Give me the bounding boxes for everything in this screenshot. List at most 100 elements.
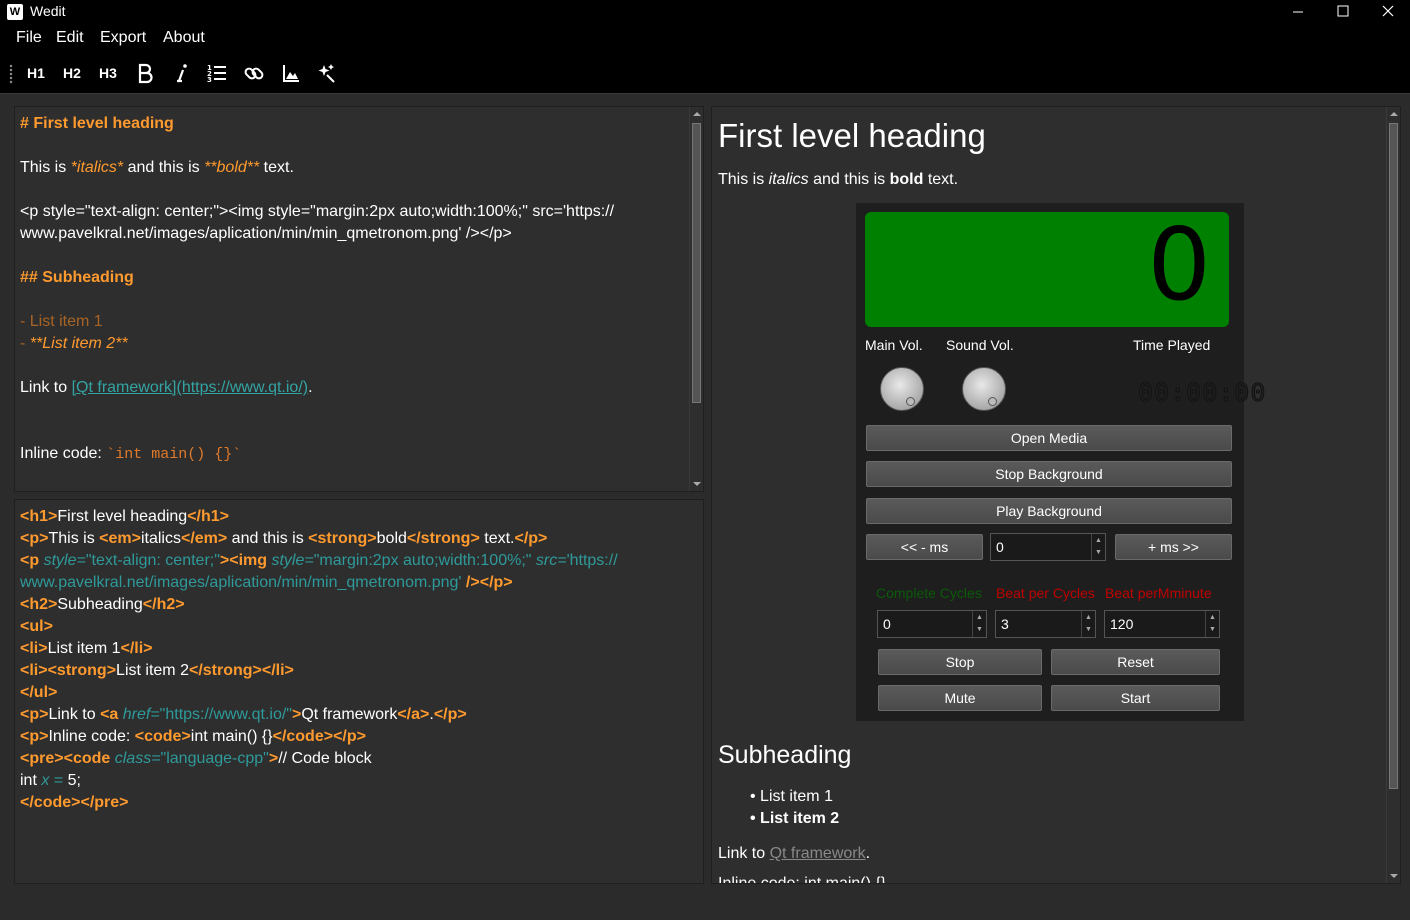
src-attr-value: "https://www.qt.io/" xyxy=(159,706,292,723)
preview-list-text: List item 2 xyxy=(760,810,840,827)
src-text: // Code block xyxy=(278,750,372,767)
src-tag: </code></pre> xyxy=(20,794,129,811)
src-text: int xyxy=(20,772,42,789)
spin-up-icon: ▲ xyxy=(1095,537,1102,544)
window-title: Wedit xyxy=(30,3,66,19)
title-bar: W Wedit xyxy=(0,0,1410,24)
beat-display-value: 0 xyxy=(1147,206,1211,323)
src-text: and this is xyxy=(227,530,309,547)
src-text: int main() {} xyxy=(190,728,273,745)
preview-text: Link to xyxy=(718,845,770,862)
src-tag: <em> xyxy=(99,530,141,547)
preview-list-item-2: • List item 2 xyxy=(750,810,840,827)
ms-value: 0 xyxy=(996,539,1004,555)
src-text: List item 1 xyxy=(47,640,121,657)
numbered-list-icon[interactable]: 123 xyxy=(203,60,231,86)
maximize-button[interactable] xyxy=(1320,0,1366,24)
scroll-thumb[interactable] xyxy=(1389,123,1398,789)
beat-per-cycles-value: 3 xyxy=(1001,616,1009,632)
scroll-down-icon[interactable] xyxy=(1387,869,1401,883)
src-tag: </h1> xyxy=(187,508,230,525)
markdown-editor[interactable]: # First level heading This is *italics* … xyxy=(14,106,704,492)
src-line: <p>Link to <a href="https://www.qt.io/">… xyxy=(20,706,467,724)
md-scrollbar[interactable] xyxy=(689,107,703,491)
md-link[interactable]: [Qt framework](https://www.qt.io/) xyxy=(72,379,309,396)
h3-button[interactable]: H3 xyxy=(94,60,122,86)
mute-button: Mute xyxy=(878,685,1042,711)
spin-up-icon: ▲ xyxy=(976,614,983,621)
src-line: int x = 5; xyxy=(20,772,81,790)
minimize-button[interactable] xyxy=(1275,0,1321,24)
close-button[interactable] xyxy=(1364,0,1410,24)
preview-text: This is xyxy=(718,171,769,188)
toolbar-grip[interactable] xyxy=(9,64,13,84)
src-tag: /></p> xyxy=(461,574,513,591)
main-volume-label: Main Vol. xyxy=(865,337,923,353)
spin-down-icon: ▼ xyxy=(976,626,983,633)
link-icon[interactable] xyxy=(240,60,268,86)
src-attr: class= xyxy=(114,750,161,767)
src-tag: </em> xyxy=(180,530,228,547)
bold-icon[interactable] xyxy=(131,60,159,86)
src-attr-value: "text-align: center;" xyxy=(85,552,220,569)
src-line: <h2>Subheading</h2> xyxy=(20,596,185,614)
scroll-thumb[interactable] xyxy=(692,123,701,403)
md-italic: *italics* xyxy=(70,159,124,176)
menu-edit[interactable]: Edit xyxy=(56,29,84,47)
image-icon[interactable] xyxy=(277,60,305,86)
md-paragraph: This is *italics* and this is **bold** t… xyxy=(20,159,294,177)
complete-cycles-value: 0 xyxy=(883,616,891,632)
preview-link-paragraph: Link to Qt framework. xyxy=(718,845,870,863)
md-text: text. xyxy=(259,159,294,176)
src-tag: </strong> xyxy=(188,662,262,679)
md-html-line-1: <p style="text-align: center;"><img styl… xyxy=(20,203,615,220)
time-played-label: Time Played xyxy=(1133,337,1211,353)
magic-icon[interactable] xyxy=(312,60,340,86)
menu-export[interactable]: Export xyxy=(100,29,146,47)
src-line: <p>This is <em>italics</em> and this is … xyxy=(20,530,547,548)
preview-text: . xyxy=(865,845,871,862)
scroll-up-icon[interactable] xyxy=(690,107,704,121)
src-text: italics xyxy=(140,530,181,547)
stop-button: Stop xyxy=(878,649,1042,675)
preview-heading: First level heading xyxy=(718,117,986,154)
md-heading: # First level heading xyxy=(20,115,174,132)
scroll-up-icon[interactable] xyxy=(1387,107,1401,121)
src-line: </ul> xyxy=(20,684,57,702)
src-tag: </li> xyxy=(120,640,153,657)
src-tag: <li> xyxy=(20,640,48,657)
src-attr-value: 'https:// xyxy=(566,552,618,569)
md-list-item-1: - List item 1 xyxy=(20,313,103,330)
src-text: First level heading xyxy=(57,508,188,525)
src-text: This is xyxy=(48,530,100,547)
sound-volume-label: Sound Vol. xyxy=(946,337,1014,353)
italic-icon[interactable] xyxy=(168,60,196,86)
spin-arrows: ▲ ▼ xyxy=(1081,611,1095,637)
beat-per-cycles-spinbox: 3 ▲ ▼ xyxy=(995,610,1096,638)
scroll-down-icon[interactable] xyxy=(690,477,704,491)
preview-text: text. xyxy=(923,171,959,188)
sound-volume-knob xyxy=(962,367,1006,411)
beat-per-minute-label: Beat perMminute xyxy=(1105,585,1212,601)
md-inline-code-line: Inline code: `int main() {}` xyxy=(20,445,241,463)
src-line: <pre><code class="language-cpp">// Code … xyxy=(20,750,372,768)
src-tag: </p> xyxy=(333,728,366,745)
src-line: www.pavelkral.net/images/aplication/min/… xyxy=(20,574,513,592)
preview-scrollbar[interactable] xyxy=(1386,107,1400,883)
preview-text: and this is xyxy=(808,171,890,188)
src-tag: </strong> xyxy=(406,530,480,547)
beat-display: 0 xyxy=(865,206,1229,327)
html-preview[interactable]: First level heading This is italics and … xyxy=(711,106,1401,884)
src-text: Link to xyxy=(48,706,101,723)
preview-link[interactable]: Qt framework xyxy=(770,845,866,862)
menu-file[interactable]: File xyxy=(16,29,42,47)
md-list-item-2-bold: **List item 2** xyxy=(29,335,128,352)
html-source-view[interactable]: <h1>First level heading</h1> <p>This is … xyxy=(14,499,704,884)
src-text: text. xyxy=(479,530,515,547)
h2-button[interactable]: H2 xyxy=(58,60,86,86)
menu-about[interactable]: About xyxy=(163,29,205,47)
src-attr: href= xyxy=(122,706,160,723)
preview-list-text: List item 1 xyxy=(760,788,833,805)
spin-down-icon: ▼ xyxy=(1085,626,1092,633)
h1-button[interactable]: H1 xyxy=(22,60,50,86)
